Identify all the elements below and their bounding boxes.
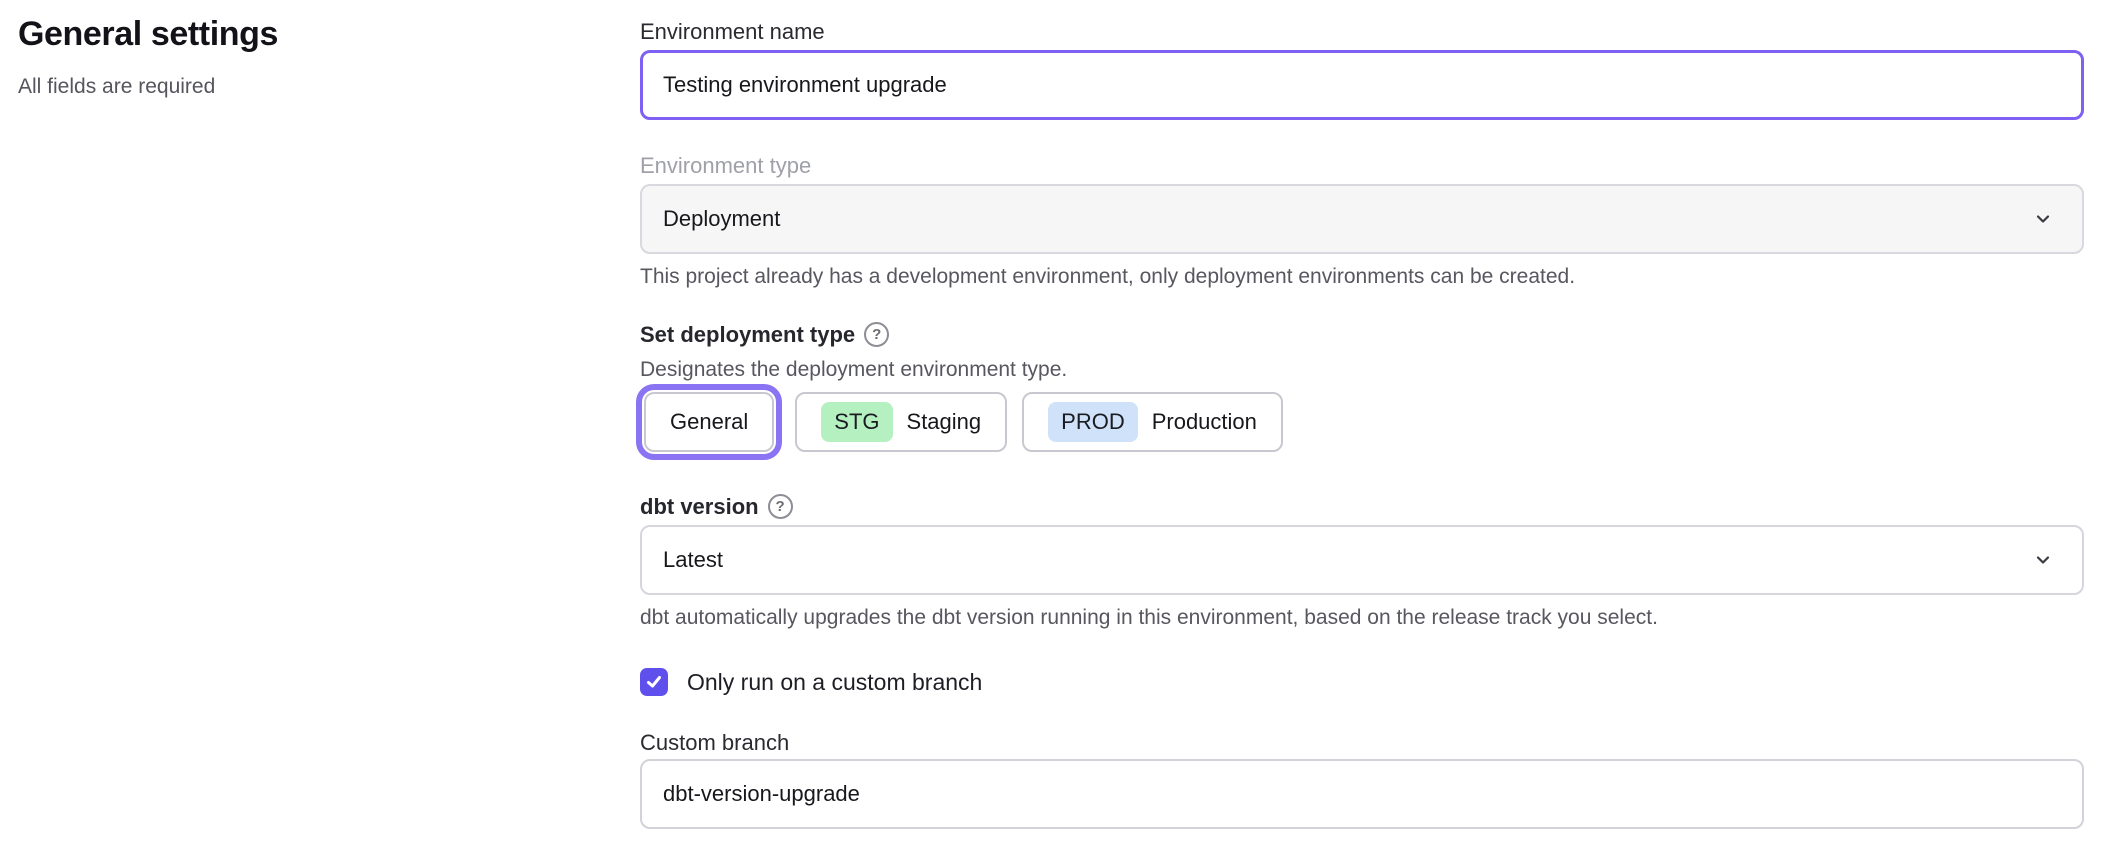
environment-name-label: Environment name <box>640 19 2084 44</box>
staging-option-label: Staging <box>907 409 982 435</box>
page-title: General settings <box>18 14 448 54</box>
page-subtitle: All fields are required <box>18 74 448 99</box>
page: General settings All fields are required… <box>0 0 2116 864</box>
dbt-version-value: Latest <box>663 547 723 573</box>
custom-branch-checkbox[interactable] <box>640 668 668 696</box>
deployment-type-label: Set deployment type <box>640 322 855 347</box>
deployment-type-helper: Designates the deployment environment ty… <box>640 357 2084 382</box>
settings-header: General settings All fields are required <box>18 14 448 99</box>
environment-name-input[interactable] <box>640 50 2084 120</box>
dbt-version-select[interactable]: Latest <box>640 525 2084 595</box>
environment-type-label: Environment type <box>640 153 2084 178</box>
chevron-down-icon <box>2032 208 2054 230</box>
environment-settings-form: Environment name Environment type Deploy… <box>640 0 2084 829</box>
environment-type-helper: This project already has a development e… <box>640 264 2084 289</box>
deployment-type-staging-button[interactable]: STG Staging <box>795 392 1007 452</box>
deployment-type-options: General STG Staging PROD Production <box>640 392 2084 452</box>
help-icon[interactable]: ? <box>768 494 793 519</box>
production-option-label: Production <box>1152 409 1257 435</box>
deployment-type-label-row: Set deployment type ? <box>640 322 2084 347</box>
custom-branch-toggle-label[interactable]: Only run on a custom branch <box>687 669 982 696</box>
check-icon <box>645 673 663 691</box>
general-option-label: General <box>670 409 748 435</box>
dbt-version-helper: dbt automatically upgrades the dbt versi… <box>640 605 2084 630</box>
deployment-type-general-button[interactable]: General <box>644 392 774 452</box>
deployment-type-production-button[interactable]: PROD Production <box>1022 392 1283 452</box>
environment-type-select: Deployment <box>640 184 2084 254</box>
dbt-version-label: dbt version <box>640 494 759 519</box>
custom-branch-label: Custom branch <box>640 730 2084 755</box>
custom-branch-input[interactable] <box>640 759 2084 829</box>
stg-badge: STG <box>821 402 892 442</box>
prod-badge: PROD <box>1048 402 1138 442</box>
environment-type-value: Deployment <box>663 206 780 232</box>
dbt-version-label-row: dbt version ? <box>640 494 2084 519</box>
custom-branch-toggle-row: Only run on a custom branch <box>640 668 2084 696</box>
help-icon[interactable]: ? <box>864 322 889 347</box>
chevron-down-icon <box>2032 549 2054 571</box>
